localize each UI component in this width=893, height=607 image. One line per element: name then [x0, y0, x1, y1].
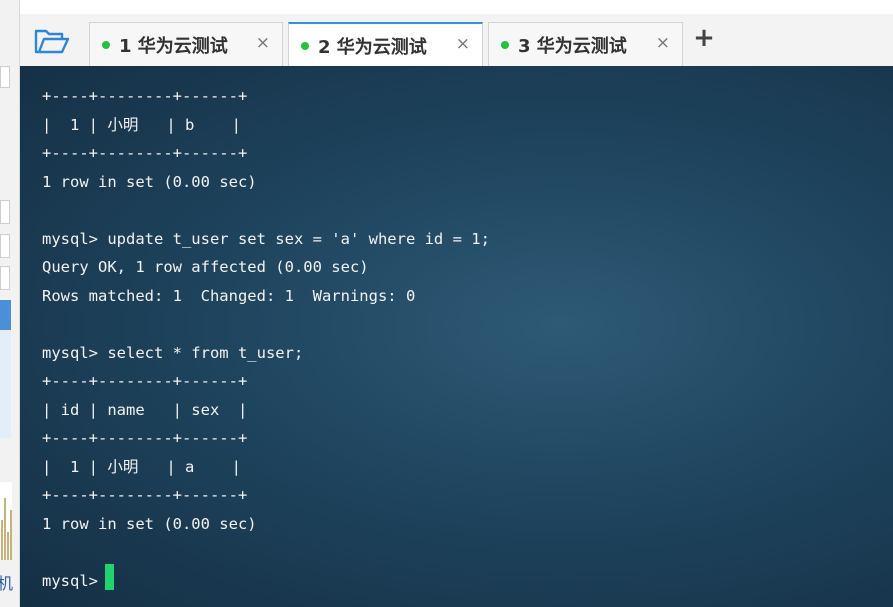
terminal-line: 1 row in set (0.00 sec): [42, 172, 257, 191]
terminal-cursor: [105, 564, 114, 590]
terminal-line: | 1 | 小明 | b |: [42, 115, 241, 134]
terminal-line: | id | name | sex |: [42, 400, 248, 419]
terminal-line: | 1 | 小明 | a |: [42, 457, 241, 476]
connection-status-icon: [501, 40, 509, 49]
tab-label: 1 华为云测试: [119, 35, 228, 57]
background-field: [0, 266, 10, 290]
background-field: [0, 66, 10, 88]
connection-status-icon: [102, 40, 110, 49]
app-window: 机 1 华为云测试 × 2 华为云测试 × 3 华为云测试 × + +----+…: [0, 0, 893, 607]
background-chart-fragment: [0, 482, 12, 560]
background-list: [0, 300, 11, 438]
background-field: [0, 200, 10, 224]
tab-label: 3 华为云测试: [518, 35, 627, 57]
terminal-pane[interactable]: +----+--------+------+ | 1 | 小明 | b | +-…: [20, 66, 893, 607]
terminal-line: Query OK, 1 row affected (0.00 sec): [42, 258, 369, 276]
background-field: [0, 234, 10, 258]
session-tab-2[interactable]: 2 华为云测试 ×: [288, 22, 483, 68]
close-icon[interactable]: ×: [456, 33, 470, 55]
session-tab-1[interactable]: 1 华为云测试 ×: [89, 22, 283, 66]
terminal-line: Rows matched: 1 Changed: 1 Warnings: 0: [42, 286, 416, 305]
terminal-line: mysql> select * from t_user;: [42, 343, 304, 362]
add-tab-button[interactable]: +: [692, 24, 716, 52]
terminal-line: +----+--------+------+: [42, 87, 248, 105]
terminal-line: +----+--------+------+: [42, 429, 248, 447]
terminal-line: +----+--------+------+: [42, 372, 248, 390]
terminal-line: 1 row in set (0.00 sec): [42, 514, 257, 533]
session-tab-bar: 1 华为云测试 × 2 华为云测试 × 3 华为云测试 × +: [20, 14, 893, 68]
background-text-fragment: 机: [0, 574, 14, 593]
terminal-output: +----+--------+------+ | 1 | 小明 | b | +-…: [42, 82, 490, 595]
background-list-selection: [0, 300, 11, 330]
terminal-line: mysql> update t_user set sex = 'a' where…: [42, 229, 490, 248]
close-icon[interactable]: ×: [256, 32, 270, 54]
background-window-edge: 机: [0, 0, 20, 607]
connection-status-icon: [301, 42, 309, 50]
folder-open-icon[interactable]: [34, 28, 70, 56]
terminal-line: +----+--------+------+: [42, 486, 248, 504]
session-tab-3[interactable]: 3 华为云测试 ×: [488, 22, 683, 66]
tab-label: 2 华为云测试: [318, 37, 427, 58]
close-icon[interactable]: ×: [656, 32, 670, 54]
terminal-line: +----+--------+------+: [42, 144, 248, 162]
